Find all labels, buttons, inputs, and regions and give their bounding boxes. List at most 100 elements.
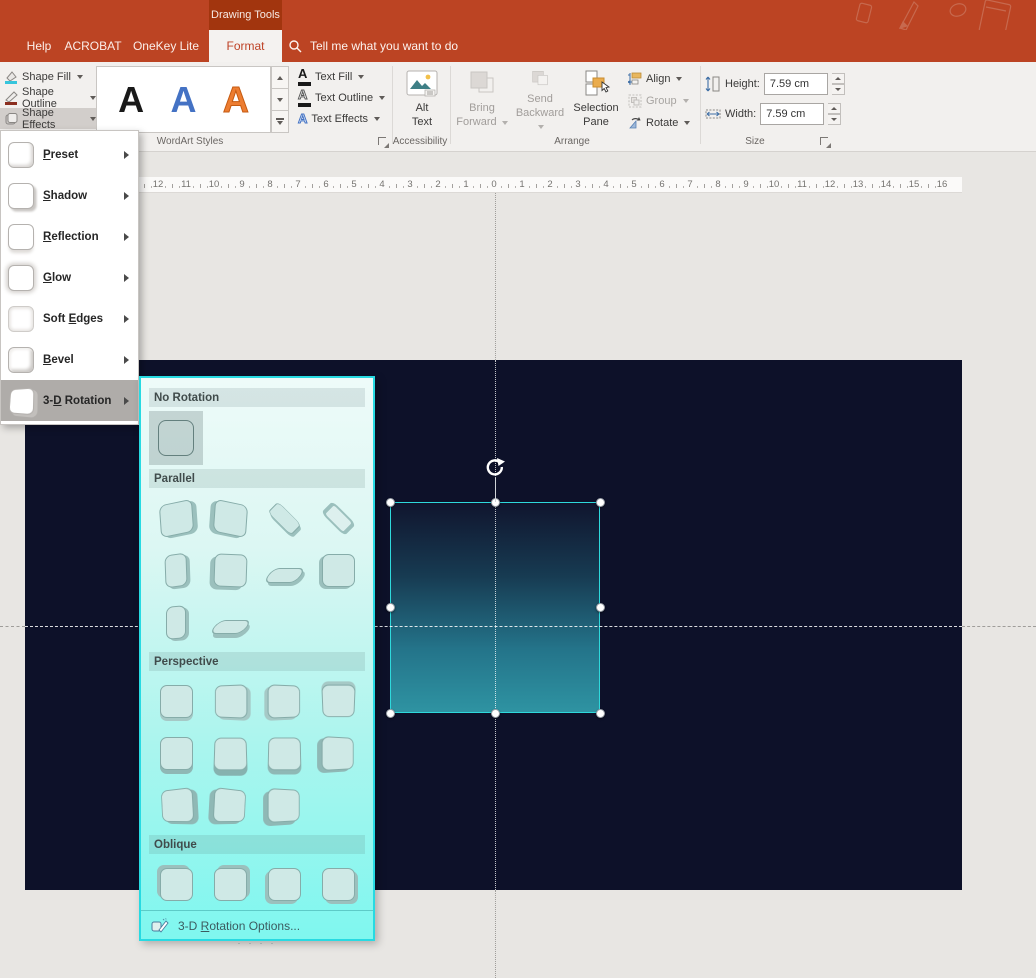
rotation-option-p-front-icon[interactable]: [149, 675, 203, 727]
resize-handle[interactable]: [595, 603, 605, 612]
horizontal-guide-right[interactable]: [962, 626, 1036, 627]
resize-handle[interactable]: [595, 497, 605, 507]
menu-item-label: Bevel: [43, 353, 74, 366]
shape-effects-button[interactable]: Shape Effects: [0, 107, 96, 131]
rotation-option-o-bl-icon[interactable]: [257, 858, 311, 910]
cube-preview-icon: [212, 786, 246, 822]
rotation-option-p-right-icon[interactable]: [257, 675, 311, 727]
title-bar: Drawing Tools: [0, 0, 1036, 30]
rotation-option-p-b1-icon[interactable]: [149, 727, 203, 779]
bring-forward-button[interactable]: Bring Forward: [456, 66, 508, 134]
3d-rotation-options-item[interactable]: 3-D Rotation Options...: [141, 910, 373, 936]
alt-text-button[interactable]: Alt Text: [396, 66, 448, 134]
resize-handle[interactable]: [385, 708, 395, 718]
ruler-dot: [529, 186, 530, 188]
rotation-option-thin-l-icon[interactable]: [149, 544, 203, 596]
resize-handle[interactable]: [595, 708, 605, 718]
shape-outline-button[interactable]: Shape Outline: [0, 86, 96, 110]
rotation-option-p-side-icon[interactable]: [311, 727, 365, 779]
tab-format[interactable]: Format: [209, 30, 282, 62]
rotation-option-top-flat-icon[interactable]: [257, 492, 311, 544]
effects-menu-item-bevel[interactable]: Bevel: [1, 339, 138, 380]
effects-menu-item-shadow[interactable]: Shadow: [1, 175, 138, 216]
cube-preview-icon: [159, 736, 193, 770]
horizontal-guide-left[interactable]: [0, 626, 25, 627]
text-outline-button[interactable]: A Text Outline: [297, 87, 386, 108]
send-backward-button[interactable]: Send Backward: [514, 66, 566, 134]
ruler-tick: [144, 184, 145, 188]
cube-preview-icon: [212, 552, 248, 588]
rotation-option-p-left-icon[interactable]: [203, 675, 257, 727]
height-input[interactable]: [763, 72, 828, 95]
shape-fill-button[interactable]: Shape Fill: [0, 66, 96, 87]
size-dialog-launcher[interactable]: [820, 137, 831, 148]
resize-handle[interactable]: [385, 603, 395, 612]
width-stepper[interactable]: [828, 102, 842, 125]
horizontal-ruler[interactable]: 1312111098765432101234567891011121314151…: [0, 177, 962, 193]
rotate-icon: [629, 116, 641, 128]
rotation-option-p-rr-icon[interactable]: [203, 779, 257, 831]
tell-me-box[interactable]: Tell me what you want to do: [288, 30, 458, 62]
height-stepper[interactable]: [831, 72, 845, 95]
submenu-resize-gripper[interactable]: . . . .: [141, 936, 373, 948]
vertical-guide[interactable]: [495, 360, 496, 890]
rotation-option-p-rr2-icon[interactable]: [257, 779, 311, 831]
rotation-option-o-tl-icon[interactable]: [149, 858, 203, 910]
context-tab-drawing-tools[interactable]: Drawing Tools: [209, 0, 282, 30]
rotation-option-o-br-icon[interactable]: [311, 858, 365, 910]
rotation-option-p-rl-icon[interactable]: [149, 779, 203, 831]
rotation-option-flat-icon[interactable]: [149, 411, 203, 465]
rotation-option-iso-l-icon[interactable]: [149, 492, 203, 544]
effects-menu-item-3-d-rotation[interactable]: 3-D Rotation: [1, 380, 138, 421]
text-effects-button[interactable]: A Text Effects: [297, 108, 381, 129]
rotate-button[interactable]: Rotate: [628, 112, 691, 133]
rotation-handle[interactable]: [484, 457, 506, 479]
rotation-option-p-top-icon[interactable]: [311, 675, 365, 727]
resize-handle[interactable]: [490, 708, 500, 718]
wordart-style-blue[interactable]: A: [170, 81, 196, 118]
text-fill-button[interactable]: A Text Fill: [298, 66, 365, 87]
width-row: Width:: [705, 102, 842, 125]
cube-preview-icon: [267, 501, 301, 535]
effects-menu-item-glow[interactable]: Glow: [1, 257, 138, 298]
rotation-option-face-r-icon[interactable]: [203, 544, 257, 596]
chevron-down-icon: [501, 120, 508, 125]
ruler-dot: [249, 186, 250, 188]
wordart-styles-gallery[interactable]: A A A: [96, 66, 271, 133]
width-input[interactable]: [760, 102, 825, 125]
gallery-scroll-up-button[interactable]: [271, 66, 289, 89]
rotation-option-p-b3-icon[interactable]: [257, 727, 311, 779]
wordart-style-black[interactable]: A: [118, 81, 144, 118]
effects-menu-item-reflection[interactable]: Reflection: [1, 216, 138, 257]
gallery-scroll-down-button[interactable]: [271, 89, 289, 111]
ruler-dot: [725, 186, 726, 188]
rotation-option-thin-l2-icon[interactable]: [149, 596, 203, 648]
ruler-number: 12: [152, 179, 164, 190]
submenu-arrow-icon: [124, 355, 129, 364]
rotation-option-iso-r-icon[interactable]: [203, 492, 257, 544]
resize-handle[interactable]: [385, 497, 395, 507]
rotation-handle-stem: [495, 478, 496, 502]
rotation-option-diamond-icon[interactable]: [311, 492, 365, 544]
gallery-more-button[interactable]: [271, 111, 289, 133]
rotation-option-face-r2-icon[interactable]: [311, 544, 365, 596]
effects-menu-item-soft-edges[interactable]: Soft Edges: [1, 298, 138, 339]
shape-fill-icon: [4, 70, 18, 84]
bevel-icon: [8, 346, 34, 373]
rotation-option-p-b2-icon[interactable]: [203, 727, 257, 779]
effects-menu-item-preset[interactable]: Preset: [1, 134, 138, 175]
selection-pane-button[interactable]: Selection Pane: [570, 66, 622, 134]
group-button[interactable]: Group: [628, 90, 689, 111]
rotation-option-o-tr-icon[interactable]: [203, 858, 257, 910]
cube-preview-icon: [267, 736, 301, 770]
tab-onekey-lite[interactable]: OneKey Lite: [126, 30, 206, 62]
menu-item-label: Soft Edges: [43, 312, 104, 325]
rotation-option-flat-low2-icon[interactable]: [203, 596, 257, 648]
wordart-style-orange[interactable]: A: [222, 81, 249, 118]
vertical-guide-above-slide[interactable]: [495, 193, 496, 360]
tab-acrobat[interactable]: ACROBAT: [58, 30, 128, 62]
vertical-guide-below-slide[interactable]: [495, 890, 496, 978]
width-label: Width:: [725, 107, 757, 120]
rotation-option-flat-low-icon[interactable]: [257, 544, 311, 596]
align-button[interactable]: Align: [628, 68, 683, 89]
